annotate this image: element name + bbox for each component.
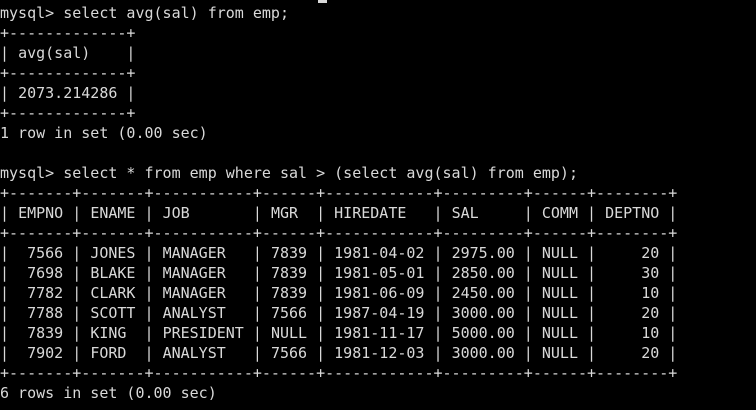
avg-sal-value: 2073.214286	[18, 84, 118, 102]
cell-empno: 7566	[27, 244, 64, 262]
command-line-1: mysql> select avg(sal) from emp;	[0, 3, 289, 23]
cell-hiredate: 1981-04-02	[334, 244, 425, 262]
cell-mgr: 7566	[270, 304, 308, 322]
cell-hiredate: 1981-12-03	[334, 344, 425, 362]
cell-empno: 7698	[27, 264, 64, 282]
table-row: | 2073.214286 |	[0, 84, 136, 102]
cell-hiredate: 1981-05-01	[334, 264, 425, 282]
cell-job: MANAGER	[162, 244, 226, 262]
cell-sal: 5000.00	[451, 324, 515, 342]
cell-deptno: 10	[641, 284, 660, 302]
table-border-top: +-------+-------+-----------+------+----…	[0, 184, 678, 202]
cell-hiredate: 1981-11-17	[334, 324, 425, 342]
cell-comm: NULL	[541, 244, 578, 262]
command-line-2: mysql> select * from emp where sal > (se…	[0, 163, 578, 183]
text-cursor	[318, 0, 327, 3]
result-summary-1: 1 row in set (0.00 sec)	[0, 124, 208, 142]
table-row: | 7566 | JONES | MANAGER | 7839 | 1981-0…	[0, 244, 678, 262]
table-row: | 7902 | FORD | ANALYST | 7566 | 1981-12…	[0, 344, 678, 362]
table-row: | 7788 | SCOTT | ANALYST | 7566 | 1987-0…	[0, 304, 678, 322]
cell-comm: NULL	[541, 264, 578, 282]
terminal-window[interactable]: mysql> select avg(sal) from emp; +------…	[0, 0, 756, 410]
cell-deptno: 10	[641, 324, 660, 342]
cell-sal: 2450.00	[451, 284, 515, 302]
cell-comm: NULL	[541, 304, 578, 322]
cell-sal: 2975.00	[451, 244, 515, 262]
cell-hiredate: 1987-04-19	[334, 304, 425, 322]
cell-sal: 3000.00	[451, 304, 515, 322]
cell-empno: 7782	[27, 284, 64, 302]
sql-command-2: select * from emp where sal > (select av…	[63, 164, 578, 182]
column-header-sal: SAL	[451, 204, 479, 222]
cell-empno: 7902	[27, 344, 64, 362]
cell-ename: SCOTT	[90, 304, 136, 322]
cell-ename: BLAKE	[90, 264, 136, 282]
cell-deptno: 20	[641, 304, 660, 322]
cell-job: PRESIDENT	[162, 324, 244, 342]
cell-job: ANALYST	[162, 344, 226, 362]
column-header-mgr: MGR	[270, 204, 299, 222]
column-header-hiredate: HIREDATE	[334, 204, 407, 222]
cell-empno: 7788	[27, 304, 64, 322]
table-row: | 7698 | BLAKE | MANAGER | 7839 | 1981-0…	[0, 264, 678, 282]
cell-ename: JONES	[90, 244, 136, 262]
prompt: mysql>	[0, 4, 55, 22]
cell-mgr: 7839	[270, 284, 308, 302]
cell-comm: NULL	[541, 344, 578, 362]
table-border-mid: +-------------+	[0, 64, 136, 82]
table-border-bottom: +-------------+	[0, 104, 136, 122]
cell-job: MANAGER	[162, 264, 226, 282]
cell-mgr: 7566	[270, 344, 308, 362]
table-row: | 7782 | CLARK | MANAGER | 7839 | 1981-0…	[0, 284, 678, 302]
column-header-deptno: DEPTNO	[605, 204, 660, 222]
cell-mgr: 7839	[270, 264, 308, 282]
cell-sal: 3000.00	[451, 344, 515, 362]
cell-job: ANALYST	[162, 304, 226, 322]
column-header-job: JOB	[162, 204, 190, 222]
result-summary-2: 6 rows in set (0.00 sec)	[0, 384, 217, 402]
table-header-row: | EMPNO | ENAME | JOB | MGR | HIREDATE |…	[0, 204, 678, 222]
cell-deptno: 30	[641, 264, 660, 282]
table-border-top: +-------------+	[0, 24, 136, 42]
column-header-empno: EMPNO	[18, 204, 64, 222]
cell-comm: NULL	[541, 324, 578, 342]
cell-deptno: 20	[641, 344, 660, 362]
column-header-avg-sal: avg(sal)	[18, 44, 91, 62]
cell-sal: 2850.00	[451, 264, 515, 282]
cell-ename: FORD	[90, 344, 127, 362]
table-header-row: | avg(sal) |	[0, 44, 136, 62]
table-border-bottom: +-------+-------+-----------+------+----…	[0, 364, 678, 382]
cell-ename: CLARK	[90, 284, 136, 302]
cell-hiredate: 1981-06-09	[334, 284, 425, 302]
cell-empno: 7839	[27, 324, 64, 342]
column-header-comm: COMM	[541, 204, 578, 222]
table-border-mid: +-------+-------+-----------+------+----…	[0, 224, 678, 242]
table-row: | 7839 | KING | PRESIDENT | NULL | 1981-…	[0, 324, 678, 342]
cell-comm: NULL	[541, 284, 578, 302]
cell-mgr: NULL	[270, 324, 308, 342]
cell-ename: KING	[90, 324, 127, 342]
column-header-ename: ENAME	[90, 204, 136, 222]
prompt: mysql>	[0, 164, 55, 182]
cell-mgr: 7839	[270, 244, 308, 262]
sql-command-1: select avg(sal) from emp;	[63, 4, 289, 22]
cell-job: MANAGER	[162, 284, 226, 302]
cell-deptno: 20	[641, 244, 660, 262]
